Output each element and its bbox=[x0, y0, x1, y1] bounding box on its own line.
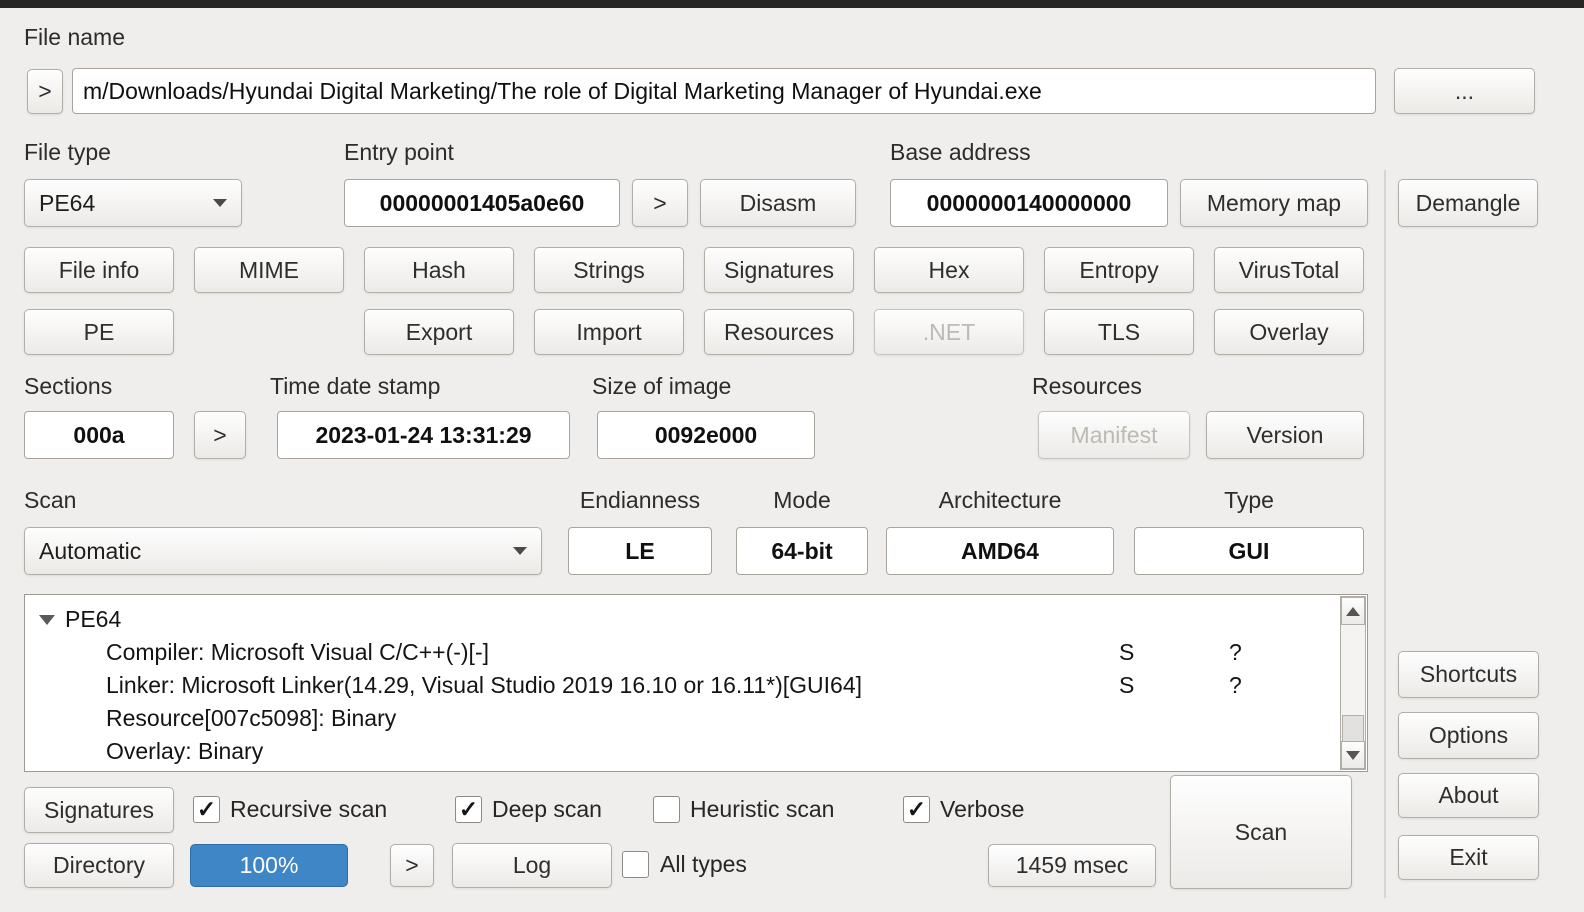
virustotal-button[interactable]: VirusTotal bbox=[1214, 247, 1364, 293]
result-flag-q[interactable]: ? bbox=[1229, 636, 1242, 669]
progress-expand-button[interactable]: > bbox=[390, 844, 434, 887]
result-row[interactable]: Resource[007c5098]: Binary bbox=[25, 702, 1367, 735]
sections-label: Sections bbox=[24, 373, 113, 399]
triangle-down-icon bbox=[1346, 750, 1360, 760]
result-text: Linker: Microsoft Linker(14.29, Visual S… bbox=[106, 672, 863, 698]
result-row-root[interactable]: PE64 bbox=[25, 603, 1367, 636]
results-scrollbar[interactable] bbox=[1340, 596, 1366, 770]
disasm-button[interactable]: Disasm bbox=[700, 179, 856, 227]
file-info-button[interactable]: File info bbox=[24, 247, 174, 293]
size-of-image-label: Size of image bbox=[592, 373, 732, 399]
file-open-arrow-button[interactable]: > bbox=[27, 69, 63, 114]
dotnet-button: .NET bbox=[874, 309, 1024, 355]
result-text: Resource[007c5098]: Binary bbox=[106, 705, 397, 731]
result-flag-s[interactable]: S bbox=[1119, 669, 1134, 702]
pe-button[interactable]: PE bbox=[24, 309, 174, 355]
overlay-button[interactable]: Overlay bbox=[1214, 309, 1364, 355]
mime-button[interactable]: MIME bbox=[194, 247, 344, 293]
recursive-scan-checkbox[interactable]: ✓ bbox=[193, 796, 220, 823]
time-date-stamp-label: Time date stamp bbox=[270, 373, 441, 399]
expander-icon[interactable] bbox=[39, 615, 55, 625]
demangle-button[interactable]: Demangle bbox=[1398, 179, 1538, 227]
sections-count-value: 000a bbox=[24, 411, 174, 459]
type-value: GUI bbox=[1134, 527, 1364, 575]
triangle-up-icon bbox=[1346, 606, 1360, 616]
signatures-view-button[interactable]: Signatures bbox=[704, 247, 854, 293]
result-row[interactable]: Compiler: Microsoft Visual C/C++(-)[-] S… bbox=[25, 636, 1367, 669]
base-address-label: Base address bbox=[890, 139, 1031, 165]
entry-point-follow-button[interactable]: > bbox=[632, 179, 688, 227]
verbose-checkbox[interactable]: ✓ bbox=[903, 796, 930, 823]
entry-point-input[interactable] bbox=[344, 179, 620, 227]
scroll-up-button[interactable] bbox=[1341, 597, 1365, 625]
result-root-text: PE64 bbox=[65, 606, 122, 632]
file-type-value: PE64 bbox=[39, 189, 96, 216]
deep-scan-checkbox[interactable]: ✓ bbox=[455, 796, 482, 823]
signatures-db-button[interactable]: Signatures bbox=[24, 787, 174, 833]
version-button[interactable]: Version bbox=[1206, 411, 1364, 459]
endianness-value: LE bbox=[568, 527, 712, 575]
entry-point-label: Entry point bbox=[344, 139, 454, 165]
tls-button[interactable]: TLS bbox=[1044, 309, 1194, 355]
side-panel-divider bbox=[1384, 170, 1386, 898]
architecture-label: Architecture bbox=[938, 487, 1062, 513]
result-flag-q[interactable]: ? bbox=[1229, 669, 1242, 702]
sections-expand-button[interactable]: > bbox=[194, 411, 246, 459]
result-row[interactable]: Overlay: Binary bbox=[25, 735, 1367, 768]
recursive-scan-label[interactable]: Recursive scan bbox=[230, 796, 387, 823]
scan-results-list: PE64 Compiler: Microsoft Visual C/C++(-)… bbox=[24, 594, 1368, 772]
resources-label: Resources bbox=[1032, 373, 1142, 399]
hash-button[interactable]: Hash bbox=[364, 247, 514, 293]
shortcuts-button[interactable]: Shortcuts bbox=[1398, 651, 1539, 698]
all-types-label[interactable]: All types bbox=[660, 851, 747, 878]
scan-button[interactable]: Scan bbox=[1170, 775, 1352, 889]
deep-scan-label[interactable]: Deep scan bbox=[492, 796, 602, 823]
mode-label: Mode bbox=[773, 487, 831, 513]
elapsed-time-value: 1459 msec bbox=[988, 844, 1156, 887]
scroll-down-button[interactable] bbox=[1341, 741, 1365, 769]
entropy-button[interactable]: Entropy bbox=[1044, 247, 1194, 293]
heuristic-scan-checkbox[interactable] bbox=[653, 796, 680, 823]
memory-map-button[interactable]: Memory map bbox=[1180, 179, 1368, 227]
progress-bar: 100% bbox=[190, 844, 348, 887]
architecture-value: AMD64 bbox=[886, 527, 1114, 575]
file-type-select[interactable]: PE64 bbox=[24, 179, 242, 227]
manifest-button: Manifest bbox=[1038, 411, 1190, 459]
endianness-label: Endianness bbox=[579, 487, 701, 513]
base-address-input[interactable] bbox=[890, 179, 1168, 227]
heuristic-scan-label[interactable]: Heuristic scan bbox=[690, 796, 834, 823]
result-text: Overlay: Binary bbox=[106, 738, 264, 764]
result-text: Compiler: Microsoft Visual C/C++(-)[-] bbox=[106, 639, 489, 665]
chevron-down-icon bbox=[213, 199, 227, 207]
verbose-label[interactable]: Verbose bbox=[940, 796, 1024, 823]
exit-button[interactable]: Exit bbox=[1398, 835, 1539, 880]
window-top-edge bbox=[0, 0, 1584, 8]
resources-view-button[interactable]: Resources bbox=[704, 309, 854, 355]
export-button[interactable]: Export bbox=[364, 309, 514, 355]
about-button[interactable]: About bbox=[1398, 773, 1539, 818]
result-flag-s[interactable]: S bbox=[1119, 636, 1134, 669]
file-path-input[interactable] bbox=[72, 68, 1376, 114]
time-date-stamp-value: 2023-01-24 13:31:29 bbox=[277, 411, 570, 459]
chevron-down-icon bbox=[513, 547, 527, 555]
hex-button[interactable]: Hex bbox=[874, 247, 1024, 293]
scan-method-select[interactable]: Automatic bbox=[24, 527, 542, 575]
file-type-label: File type bbox=[24, 139, 111, 165]
directory-button[interactable]: Directory bbox=[24, 843, 174, 888]
import-button[interactable]: Import bbox=[534, 309, 684, 355]
all-types-checkbox[interactable] bbox=[622, 851, 649, 878]
result-row[interactable]: Linker: Microsoft Linker(14.29, Visual S… bbox=[25, 669, 1367, 702]
browse-button[interactable]: ... bbox=[1394, 68, 1535, 114]
log-button[interactable]: Log bbox=[452, 843, 612, 888]
mode-value: 64-bit bbox=[736, 527, 868, 575]
file-name-label: File name bbox=[24, 24, 125, 50]
type-label: Type bbox=[1224, 487, 1274, 513]
options-button[interactable]: Options bbox=[1398, 712, 1539, 759]
size-of-image-value: 0092e000 bbox=[597, 411, 815, 459]
strings-button[interactable]: Strings bbox=[534, 247, 684, 293]
scan-method-value: Automatic bbox=[39, 537, 142, 564]
scan-label: Scan bbox=[24, 487, 77, 513]
